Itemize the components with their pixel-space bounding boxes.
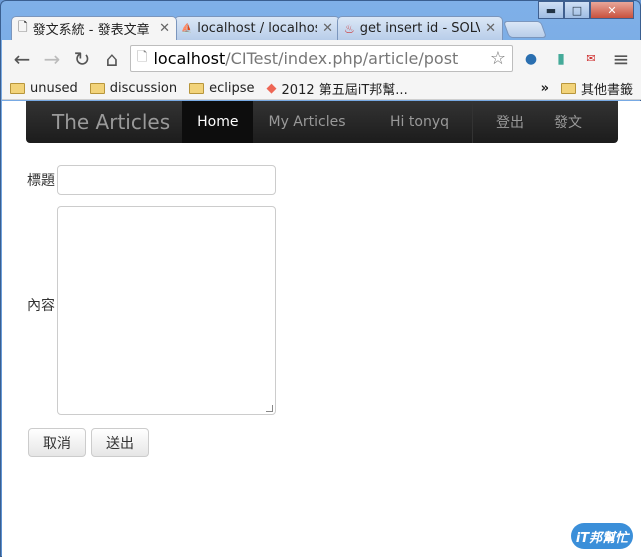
url-host: localhost	[153, 49, 226, 68]
page-icon: 🗋	[137, 49, 148, 65]
nav-my-articles[interactable]: My Articles	[253, 101, 360, 143]
pma-icon: ⛵	[181, 23, 193, 34]
maximize-button[interactable]: □	[564, 1, 590, 19]
close-window-button[interactable]: ✕	[590, 1, 634, 19]
content-label: 內容	[27, 298, 55, 314]
tab-post-article[interactable]: 🗋 發文系統 - 發表文章 ✕	[11, 16, 177, 40]
title-row: 標題	[27, 165, 276, 195]
reload-button[interactable]: ↻	[70, 47, 94, 71]
close-tab-icon[interactable]: ✕	[485, 21, 496, 36]
url-path: /CITest/index.php/article/post	[225, 49, 459, 68]
star-icon[interactable]: ☆	[490, 48, 506, 69]
nav-logout[interactable]: 登出	[481, 101, 539, 143]
bookmark-label: 2012 第五屆iT邦幫...	[281, 82, 408, 98]
site-navbar: The Articles Home My Articles Hi tonyq 登…	[26, 101, 618, 143]
menu-icon[interactable]: ≡	[609, 47, 633, 71]
bookmark-eclipse[interactable]: eclipse	[189, 80, 255, 96]
nav-home[interactable]: Home	[182, 101, 254, 143]
site-brand[interactable]: The Articles	[26, 110, 182, 134]
bookmark-label: eclipse	[209, 80, 255, 96]
ithome-icon: ◆	[266, 80, 277, 96]
nav-post[interactable]: 發文	[539, 101, 618, 143]
bookmarks-bar: unused discussion eclipse ◆ 2012 第五屆iT邦幫.…	[2, 77, 641, 100]
page-viewport: The Articles Home My Articles Hi tonyq 登…	[2, 101, 641, 557]
globe-extension-icon[interactable]: ●	[519, 47, 543, 71]
folder-icon	[560, 82, 576, 94]
tab-solve[interactable]: ♨ get insert id - SOLVE ✕	[337, 16, 503, 40]
window-controls: ▬ □ ✕	[538, 1, 634, 19]
submit-button[interactable]: 送出	[91, 428, 149, 457]
tab-title: get insert id - SOLVE	[359, 21, 481, 36]
folder-icon	[89, 82, 105, 94]
url-text: localhost/CITest/index.php/article/post	[153, 49, 458, 68]
bookmark-label: unused	[30, 80, 78, 96]
address-bar[interactable]: 🗋 localhost/CITest/index.php/article/pos…	[130, 45, 513, 72]
tab-phpmyadmin[interactable]: ⛵ localhost / localhost ✕	[174, 16, 340, 40]
form-actions: 取消 送出	[28, 428, 149, 457]
title-label: 標題	[27, 173, 55, 189]
close-tab-icon[interactable]: ✕	[322, 21, 333, 36]
tab-title: localhost / localhost	[197, 21, 318, 36]
ithelp-watermark-logo: iT邦幫忙	[571, 523, 633, 549]
folder-icon	[189, 82, 205, 94]
browser-window: ▬ □ ✕ 🗋 發文系統 - 發表文章 ✕ ⛵ localhost / loca…	[0, 0, 641, 557]
post-form: 標題 內容	[27, 165, 276, 415]
page-icon: 🗋	[18, 20, 28, 34]
bookmark-label: 其他書籤	[580, 82, 633, 98]
close-tab-icon[interactable]: ✕	[159, 21, 170, 36]
bookmark-label: discussion	[109, 80, 178, 96]
tab-strip: 🗋 發文系統 - 發表文章 ✕ ⛵ localhost / localhost …	[11, 16, 548, 40]
user-greeting[interactable]: Hi tonyq	[375, 101, 464, 143]
cancel-button[interactable]: 取消	[28, 428, 86, 457]
other-bookmarks[interactable]: 其他書籤	[560, 79, 633, 98]
home-button[interactable]: ⌂	[100, 47, 124, 71]
flame-icon: ♨	[344, 21, 355, 36]
content-row: 內容	[27, 195, 276, 415]
bookmarks-overflow-button[interactable]: »	[541, 81, 549, 96]
folder-icon	[10, 82, 25, 94]
content-textarea[interactable]	[57, 206, 276, 415]
bookmark-ithome[interactable]: ◆ 2012 第五屆iT邦幫...	[267, 79, 408, 98]
nav-divider	[472, 101, 473, 143]
title-input[interactable]	[57, 165, 276, 195]
bookmark-unused[interactable]: unused	[10, 81, 78, 96]
mail-101-extension-icon[interactable]: ✉	[579, 47, 603, 71]
puzzle-extension-icon[interactable]: ▮	[549, 47, 573, 71]
back-button[interactable]: ←	[10, 47, 34, 71]
forward-button[interactable]: →	[40, 47, 64, 71]
new-tab-button[interactable]	[502, 21, 548, 38]
tab-title: 發文系統 - 發表文章	[32, 23, 150, 38]
browser-toolbar: ← → ↻ ⌂ 🗋 localhost/CITest/index.php/art…	[2, 40, 641, 77]
bookmark-discussion[interactable]: discussion	[89, 80, 178, 96]
